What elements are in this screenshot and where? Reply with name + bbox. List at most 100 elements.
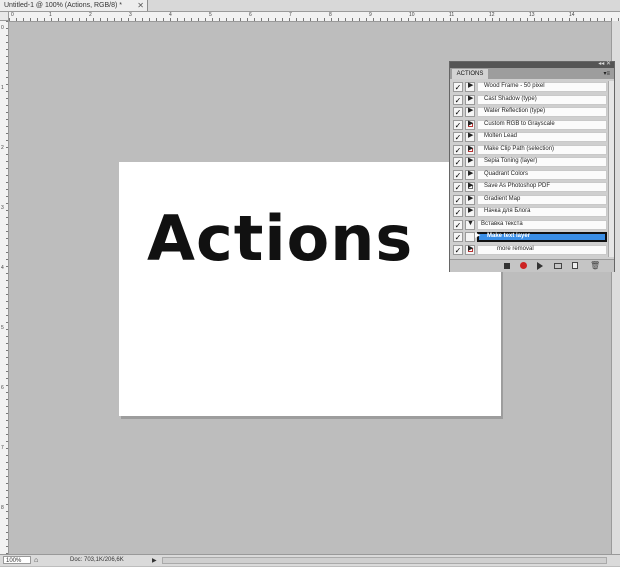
list-item[interactable]: ✓ ▶ Custom RGB to Grayscale bbox=[453, 119, 608, 131]
list-item[interactable]: ✓ ▶ Water Reflection (type) bbox=[453, 106, 608, 118]
ruler-label: 1 bbox=[1, 85, 4, 91]
status-bar: 100% ⌂ Doc: 703,1K/206,6K ▶ bbox=[0, 554, 620, 566]
check-icon[interactable]: ✓ bbox=[453, 169, 463, 180]
check-icon[interactable]: ✓ bbox=[453, 82, 463, 92]
ruler-label: 13 bbox=[529, 12, 535, 18]
ruler-label: 6 bbox=[1, 385, 4, 391]
action-label: more removal bbox=[497, 245, 534, 252]
ruler-vertical[interactable]: 0 1 2 3 4 5 6 7 8 bbox=[0, 21, 9, 554]
check-icon[interactable]: ✓ bbox=[453, 132, 463, 142]
ruler-label: 9 bbox=[369, 12, 372, 18]
check-icon[interactable]: ✓ bbox=[453, 207, 463, 217]
action-label: Molten Lead bbox=[484, 133, 518, 139]
action-label: Make text layer bbox=[487, 233, 531, 239]
ruler-label: 8 bbox=[1, 505, 4, 511]
list-item[interactable]: ✓ ▼ Вставка текста bbox=[453, 219, 608, 231]
check-icon[interactable]: ✓ bbox=[453, 219, 463, 230]
ruler-label: 10 bbox=[409, 12, 415, 18]
check-icon[interactable]: ✓ bbox=[453, 157, 463, 167]
action-label: Quadrant Colors bbox=[484, 170, 529, 177]
action-label: Water Reflection (type) bbox=[484, 108, 546, 114]
list-item[interactable]: ✓ ▶ Quadrant Colors bbox=[453, 169, 608, 181]
panel-menu-icon[interactable]: ▾≡ bbox=[603, 70, 610, 77]
expand-triangle-icon[interactable]: ▶ bbox=[468, 119, 473, 129]
expand-triangle-icon[interactable]: ▶ bbox=[468, 181, 473, 191]
ruler-label: 3 bbox=[129, 12, 132, 18]
list-item-selected[interactable]: ✓ ▶ Make text layer bbox=[453, 231, 608, 243]
check-icon[interactable]: ✓ bbox=[453, 94, 463, 105]
list-item[interactable]: ✓ ▶ Начка для Блога bbox=[453, 206, 608, 218]
new-action-icon[interactable] bbox=[572, 262, 578, 269]
action-label: Save As Photoshop PDF bbox=[484, 183, 551, 189]
actions-list: ✓ ▶ Wood Frame - 50 pixel ✓ ▶ Cast Shado… bbox=[453, 81, 608, 257]
list-item[interactable]: ✓ ▶ Sepia Toning (layer) bbox=[453, 156, 608, 168]
ruler-label: 5 bbox=[209, 12, 212, 18]
action-label: Начка для Блога bbox=[484, 208, 531, 214]
expand-triangle-icon[interactable]: ▶ bbox=[475, 231, 480, 241]
panel-bottom-toolbar: 🗑 bbox=[450, 259, 614, 272]
list-item[interactable]: ✓ ▶ Make Clip Path (selection) bbox=[453, 144, 608, 156]
check-icon[interactable]: ✓ bbox=[453, 194, 463, 205]
list-item[interactable]: ✓ ▶ Save As Photoshop PDF bbox=[453, 181, 608, 193]
action-label: Вставка текста bbox=[481, 220, 523, 227]
delete-icon[interactable]: 🗑 bbox=[590, 261, 600, 270]
ruler-label: 12 bbox=[489, 12, 495, 18]
preview-icon[interactable]: ⌂ bbox=[34, 555, 38, 566]
panel-tab-bar: ACTIONS ▾≡ bbox=[450, 68, 614, 79]
expand-triangle-icon[interactable]: ▶ bbox=[468, 131, 473, 141]
collapse-icon[interactable]: ◂◂ ✕ bbox=[598, 60, 611, 67]
close-icon[interactable]: ✕ bbox=[137, 0, 144, 11]
stop-icon[interactable] bbox=[504, 263, 510, 269]
ruler-label: 0 bbox=[11, 12, 14, 18]
expand-triangle-icon[interactable]: ▶ bbox=[468, 106, 473, 116]
expand-triangle-icon[interactable]: ▶ bbox=[468, 206, 473, 216]
ruler-label: 3 bbox=[1, 205, 4, 211]
ruler-label: 14 bbox=[569, 12, 575, 18]
horizontal-scrollbar[interactable] bbox=[162, 557, 607, 564]
check-icon[interactable]: ✓ bbox=[453, 107, 463, 117]
list-item[interactable]: ✓ ▶ more removal bbox=[453, 244, 608, 256]
canvas-text-layer[interactable]: Actions bbox=[147, 202, 413, 275]
list-item[interactable]: ✓ ▶ Cast Shadow (type) bbox=[453, 94, 608, 106]
ruler-label: 5 bbox=[1, 325, 4, 331]
expand-triangle-icon[interactable]: ▶ bbox=[468, 194, 473, 204]
list-item[interactable]: ✓ ▶ Gradient Map bbox=[453, 194, 608, 206]
list-item[interactable]: ✓ ▶ Wood Frame - 50 pixel bbox=[453, 81, 608, 93]
new-set-icon[interactable] bbox=[554, 263, 562, 269]
doc-size-info[interactable]: Doc: 703,1K/206,6K bbox=[70, 555, 124, 566]
expand-triangle-icon[interactable]: ▶ bbox=[468, 144, 473, 154]
check-icon[interactable]: ✓ bbox=[453, 244, 463, 255]
ruler-label: 4 bbox=[1, 265, 4, 271]
check-icon[interactable]: ✓ bbox=[453, 144, 463, 155]
action-label: Custom RGB to Grayscale bbox=[484, 120, 555, 127]
expand-triangle-icon[interactable]: ▶ bbox=[468, 81, 473, 91]
zoom-field[interactable]: 100% bbox=[3, 556, 31, 564]
expanded-triangle-icon[interactable]: ▼ bbox=[467, 219, 474, 229]
actions-panel: ◂◂ ✕ ACTIONS ▾≡ ✓ ▶ Wood Frame - 50 pixe… bbox=[449, 61, 615, 272]
action-label: Gradient Map bbox=[484, 195, 521, 202]
panel-scrollbar[interactable] bbox=[608, 81, 614, 257]
ruler-horizontal[interactable]: 0 1 2 3 4 5 6 7 8 9 10 11 12 13 14 bbox=[9, 12, 620, 22]
play-icon[interactable] bbox=[537, 262, 543, 270]
list-item[interactable]: ✓ ▶ Molten Lead bbox=[453, 131, 608, 143]
document-tab-bar: Untitled-1 @ 100% (Actions, RGB/8) * ✕ bbox=[0, 0, 620, 12]
tab-actions[interactable]: ACTIONS bbox=[452, 69, 488, 79]
check-icon[interactable]: ✓ bbox=[453, 182, 463, 192]
document-tab-modified: * bbox=[119, 2, 123, 9]
ruler-label: 2 bbox=[89, 12, 92, 18]
expand-triangle-icon[interactable]: ▶ bbox=[468, 156, 473, 166]
expand-triangle-icon[interactable]: ▶ bbox=[468, 94, 473, 104]
document-tab[interactable]: Untitled-1 @ 100% (Actions, RGB/8) * ✕ bbox=[0, 0, 148, 11]
ruler-label: 0 bbox=[1, 25, 4, 31]
expand-triangle-icon[interactable]: ▶ bbox=[468, 169, 473, 179]
record-icon[interactable] bbox=[520, 262, 527, 269]
document-tab-title: Untitled-1 @ 100% (Actions, RGB/8) bbox=[4, 2, 118, 9]
expand-triangle-icon[interactable]: ▶ bbox=[468, 244, 473, 254]
ruler-origin[interactable] bbox=[0, 12, 9, 21]
ruler-label: 7 bbox=[1, 445, 4, 451]
check-icon[interactable]: ✓ bbox=[453, 232, 463, 242]
check-icon[interactable]: ✓ bbox=[453, 119, 463, 130]
document-canvas[interactable]: Actions bbox=[119, 162, 501, 416]
dialog-toggle[interactable] bbox=[465, 232, 475, 242]
status-menu-arrow-icon[interactable]: ▶ bbox=[152, 556, 157, 567]
